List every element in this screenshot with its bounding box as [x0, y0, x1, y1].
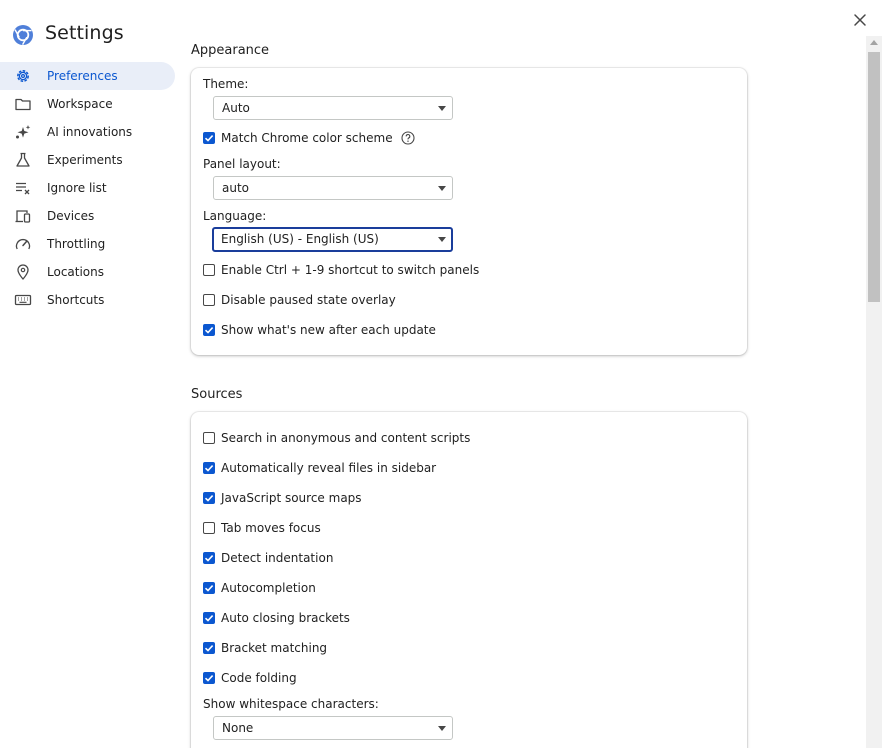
sidebar-item-locations[interactable]: Locations: [0, 258, 176, 286]
checkbox-label: Auto closing brackets: [221, 611, 350, 625]
autocompletion-checkbox[interactable]: Autocompletion: [203, 580, 316, 596]
checkbox-checked-icon[interactable]: [203, 642, 215, 654]
appearance-card: Theme: Auto Match Chrome color scheme Pa…: [191, 68, 747, 355]
scroll-up-arrow-icon[interactable]: [870, 40, 878, 45]
theme-select-value: Auto: [222, 101, 250, 115]
sidebar-item-ai-innovations[interactable]: AI innovations: [0, 118, 176, 146]
language-select[interactable]: English (US) - English (US): [212, 227, 453, 252]
reveal-files-sidebar-checkbox[interactable]: Automatically reveal files in sidebar: [203, 460, 436, 476]
checkbox-label: Show what's new after each update: [221, 323, 436, 337]
bracket-matching-checkbox[interactable]: Bracket matching: [203, 640, 327, 656]
checkbox-unchecked-icon[interactable]: [203, 522, 215, 534]
sidebar-item-throttling[interactable]: Throttling: [0, 230, 176, 258]
sidebar-item-label: Ignore list: [47, 181, 107, 195]
panel-layout-label: Panel layout:: [203, 157, 281, 171]
gear-icon: [17, 70, 29, 82]
javascript-source-maps-checkbox[interactable]: JavaScript source maps: [203, 490, 362, 506]
sidebar-item-label: Preferences: [47, 69, 118, 83]
checkbox-label: JavaScript source maps: [221, 491, 362, 505]
sidebar-item-label: Shortcuts: [47, 293, 105, 307]
sidebar-item-ignore-list[interactable]: Ignore list: [0, 174, 176, 202]
checkbox-checked-icon[interactable]: [203, 492, 215, 504]
chevron-down-icon: [438, 186, 446, 191]
flask-icon: [16, 152, 30, 167]
checkbox-unchecked-icon[interactable]: [203, 432, 215, 444]
sidebar-item-devices[interactable]: Devices: [0, 202, 176, 230]
sidebar-item-label: Workspace: [47, 97, 113, 111]
checkbox-unchecked-icon[interactable]: [203, 294, 215, 306]
location-pin-icon: [17, 264, 29, 280]
sidebar-item-label: Experiments: [47, 153, 123, 167]
chevron-down-icon: [438, 726, 446, 731]
checkbox-checked-icon[interactable]: [203, 324, 215, 336]
panel-layout-select[interactable]: auto: [213, 176, 453, 200]
whitespace-select-value: None: [222, 721, 254, 735]
checkbox-checked-icon[interactable]: [203, 582, 215, 594]
help-icon[interactable]: [401, 131, 415, 145]
theme-label: Theme:: [203, 77, 249, 91]
chevron-down-icon: [438, 237, 446, 242]
scrollbar-thumb[interactable]: [868, 52, 880, 302]
speedometer-icon: [15, 238, 31, 250]
checkbox-label: Code folding: [221, 671, 297, 685]
theme-select[interactable]: Auto: [213, 96, 453, 120]
search-anonymous-scripts-checkbox[interactable]: Search in anonymous and content scripts: [203, 430, 470, 446]
sidebar-item-label: Locations: [47, 265, 105, 279]
sidebar-item-shortcuts[interactable]: Shortcuts: [0, 286, 176, 314]
checkbox-unchecked-icon[interactable]: [203, 264, 215, 276]
sidebar-item-workspace[interactable]: Workspace: [0, 90, 176, 118]
checkbox-checked-icon[interactable]: [203, 672, 215, 684]
checkbox-label: Disable paused state overlay: [221, 293, 396, 307]
sources-card: Search in anonymous and content scripts …: [191, 412, 747, 748]
code-folding-checkbox[interactable]: Code folding: [203, 670, 297, 686]
chrome-devtools-logo-icon: [13, 25, 33, 45]
devices-icon: [15, 210, 31, 223]
close-icon[interactable]: [851, 11, 869, 29]
chevron-down-icon: [438, 106, 446, 111]
sidebar-item-label: Devices: [47, 209, 95, 223]
sparkle-icon: [16, 125, 31, 139]
match-chrome-color-checkbox[interactable]: Match Chrome color scheme: [203, 130, 415, 146]
settings-sidebar: Preferences Workspace AI innovations Exp…: [0, 62, 176, 314]
checkbox-label: Search in anonymous and content scripts: [221, 431, 471, 445]
checkbox-label: Enable Ctrl + 1-9 shortcut to switch pan…: [221, 263, 480, 277]
checkbox-label: Tab moves focus: [221, 521, 321, 535]
sidebar-item-experiments[interactable]: Experiments: [0, 146, 176, 174]
sidebar-item-label: Throttling: [47, 237, 106, 251]
whitespace-select[interactable]: None: [213, 716, 453, 740]
sources-section-title: Sources: [191, 387, 243, 402]
show-whats-new-checkbox[interactable]: Show what's new after each update: [203, 322, 436, 338]
keyboard-icon: [14, 294, 32, 306]
sidebar-item-preferences[interactable]: Preferences: [0, 62, 175, 90]
checkbox-label: Match Chrome color scheme: [221, 131, 393, 145]
checkbox-label: Automatically reveal files in sidebar: [221, 461, 437, 475]
sidebar-item-label: AI innovations: [47, 125, 133, 139]
checkbox-label: Bracket matching: [221, 641, 328, 655]
panel-layout-select-value: auto: [222, 181, 250, 195]
disable-paused-overlay-checkbox[interactable]: Disable paused state overlay: [203, 292, 396, 308]
checkbox-label: Autocompletion: [221, 581, 316, 595]
folder-icon: [15, 98, 31, 111]
auto-closing-brackets-checkbox[interactable]: Auto closing brackets: [203, 610, 350, 626]
tab-moves-focus-checkbox[interactable]: Tab moves focus: [203, 520, 321, 536]
ignore-list-icon: [16, 182, 30, 195]
detect-indentation-checkbox[interactable]: Detect indentation: [203, 550, 333, 566]
checkbox-checked-icon[interactable]: [203, 612, 215, 624]
checkbox-label: Detect indentation: [221, 551, 334, 565]
appearance-section-title: Appearance: [191, 43, 270, 58]
language-label: Language:: [203, 209, 267, 223]
page-title: Settings: [45, 22, 124, 44]
checkbox-checked-icon[interactable]: [203, 552, 215, 564]
ctrl-shortcut-checkbox[interactable]: Enable Ctrl + 1-9 shortcut to switch pan…: [203, 262, 479, 278]
language-select-value: English (US) - English (US): [221, 232, 379, 246]
whitespace-label: Show whitespace characters:: [203, 697, 379, 711]
checkbox-checked-icon[interactable]: [203, 132, 215, 144]
checkbox-checked-icon[interactable]: [203, 462, 215, 474]
